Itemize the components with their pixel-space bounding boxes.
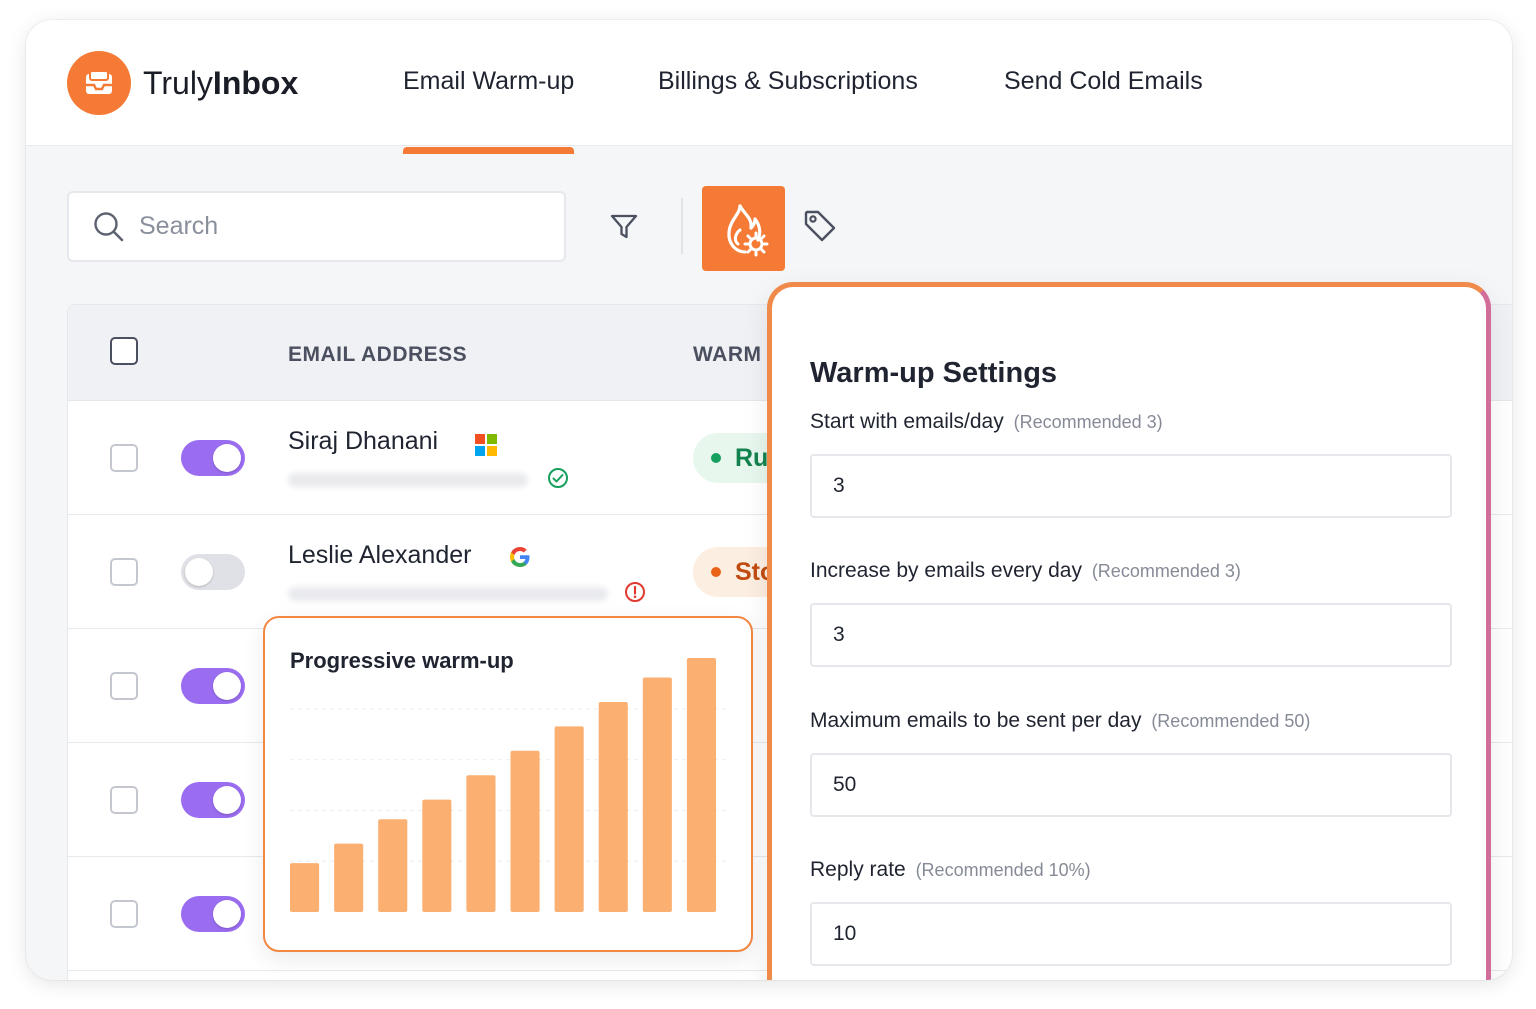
toggle-knob bbox=[185, 558, 213, 586]
increase-emails-input[interactable] bbox=[810, 603, 1452, 667]
chart-bar bbox=[554, 726, 584, 912]
start-emails-label: Start with emails/day (Recommended 3) bbox=[810, 410, 1163, 433]
google-icon bbox=[508, 545, 532, 574]
row-checkbox[interactable] bbox=[110, 900, 138, 928]
warmup-settings-panel: Warm-up Settings Start with emails/day (… bbox=[767, 282, 1491, 980]
progressive-warmup-card: Progressive warm-up bbox=[263, 616, 753, 952]
reply-rate-input[interactable] bbox=[810, 902, 1452, 966]
logo-icon bbox=[67, 51, 131, 115]
filter-icon[interactable] bbox=[604, 206, 644, 246]
warning-icon bbox=[624, 581, 646, 608]
tag-icon[interactable] bbox=[800, 206, 840, 246]
chart-bar bbox=[598, 701, 628, 912]
chart-bar bbox=[642, 677, 672, 912]
warmup-toggle[interactable] bbox=[181, 782, 245, 818]
search-input[interactable] bbox=[139, 212, 519, 241]
chart-bar bbox=[510, 750, 540, 912]
search-box[interactable] bbox=[67, 191, 566, 262]
start-emails-input[interactable] bbox=[810, 454, 1452, 518]
chart-bar bbox=[334, 843, 364, 912]
microsoft-icon bbox=[475, 434, 497, 461]
warmup-toggle[interactable] bbox=[181, 896, 245, 932]
settings-title: Warm-up Settings bbox=[810, 357, 1058, 389]
toggle-knob bbox=[213, 672, 241, 700]
chart-bar bbox=[686, 658, 717, 912]
warmup-toggle[interactable] bbox=[181, 554, 245, 590]
tab-send-cold-emails[interactable]: Send Cold Emails bbox=[1004, 67, 1203, 96]
account-name: Leslie Alexander bbox=[288, 541, 472, 569]
chart-bar bbox=[422, 799, 452, 912]
toggle-knob bbox=[213, 444, 241, 472]
chart-bar bbox=[466, 775, 496, 912]
toggle-knob bbox=[213, 786, 241, 814]
max-emails-label: Maximum emails to be sent per day (Recom… bbox=[810, 709, 1311, 732]
row-checkbox[interactable] bbox=[110, 558, 138, 586]
increase-emails-label: Increase by emails every day (Recommende… bbox=[810, 559, 1241, 582]
tab-email-warm-up[interactable]: Email Warm-up bbox=[403, 67, 575, 154]
row-checkbox[interactable] bbox=[110, 672, 138, 700]
warmup-toggle[interactable] bbox=[181, 440, 245, 476]
max-emails-input[interactable] bbox=[810, 753, 1452, 817]
row-checkbox[interactable] bbox=[110, 786, 138, 814]
progressive-warmup-chart bbox=[290, 658, 731, 912]
warmup-settings-button[interactable] bbox=[702, 186, 785, 271]
chart-bar bbox=[378, 819, 408, 912]
brand-name: TrulyInbox bbox=[143, 65, 299, 101]
toolbar-divider bbox=[681, 198, 683, 254]
select-all-checkbox[interactable] bbox=[110, 337, 138, 365]
toggle-knob bbox=[213, 900, 241, 928]
row-checkbox[interactable] bbox=[110, 444, 138, 472]
account-name: Siraj Dhanani bbox=[288, 427, 439, 455]
search-icon bbox=[94, 211, 124, 241]
tab-billings-subscriptions[interactable]: Billings & Subscriptions bbox=[658, 67, 918, 96]
app-window: TrulyInbox Email Warm-up Billings & Subs… bbox=[26, 20, 1512, 980]
column-warm-up: WARM bbox=[693, 343, 762, 366]
top-navbar: TrulyInbox Email Warm-up Billings & Subs… bbox=[26, 20, 1512, 154]
reply-rate-label: Reply rate (Recommended 10%) bbox=[810, 858, 1091, 881]
column-email-address: EMAIL ADDRESS bbox=[288, 343, 468, 366]
warmup-toggle[interactable] bbox=[181, 668, 245, 704]
email-address-blurred bbox=[288, 473, 528, 487]
verified-check-icon bbox=[547, 467, 569, 494]
flame-gear-icon bbox=[726, 203, 768, 256]
email-address-blurred bbox=[288, 587, 608, 601]
chart-bar bbox=[290, 863, 320, 912]
